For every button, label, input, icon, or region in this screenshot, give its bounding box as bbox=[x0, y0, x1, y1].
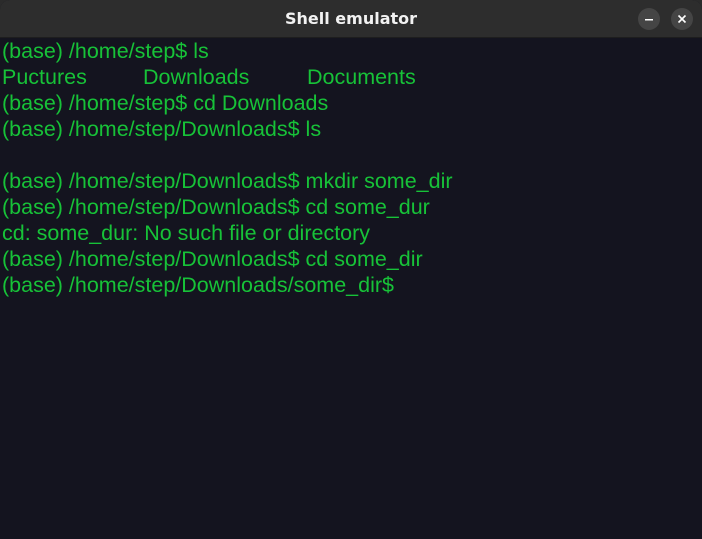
close-icon bbox=[677, 14, 687, 24]
terminal-line: (base) /home/step$ cd Downloads bbox=[2, 91, 329, 115]
terminal-line: cd: some_dur: No such file or directory bbox=[2, 221, 371, 245]
terminal-output[interactable]: (base) /home/step$ ls Puctures Downloads… bbox=[0, 38, 702, 539]
terminal-line: (base) /home/step/Downloads$ mkdir some_… bbox=[2, 169, 453, 193]
ls-entry: Downloads bbox=[143, 65, 250, 89]
ls-output-line: Puctures Downloads Documents bbox=[2, 64, 562, 90]
terminal-prompt-line: (base) /home/step/Downloads/some_dir$ bbox=[2, 273, 394, 297]
ls-entry: Puctures bbox=[2, 65, 87, 89]
minimize-icon bbox=[645, 19, 653, 21]
window-title: Shell emulator bbox=[284, 9, 418, 28]
close-button[interactable] bbox=[671, 8, 693, 30]
shell-emulator-window: Shell emulator (base) /home/step$ ls Puc… bbox=[0, 0, 702, 539]
terminal-line: (base) /home/step/Downloads$ cd some_dir bbox=[2, 247, 423, 271]
minimize-button[interactable] bbox=[638, 8, 660, 30]
terminal-line: (base) /home/step$ ls bbox=[2, 39, 209, 63]
ls-entry: Documents bbox=[307, 65, 416, 89]
terminal-line: (base) /home/step/Downloads$ cd some_dur bbox=[2, 195, 430, 219]
terminal-line: (base) /home/step/Downloads$ ls bbox=[2, 117, 322, 141]
title-bar[interactable]: Shell emulator bbox=[0, 0, 702, 38]
